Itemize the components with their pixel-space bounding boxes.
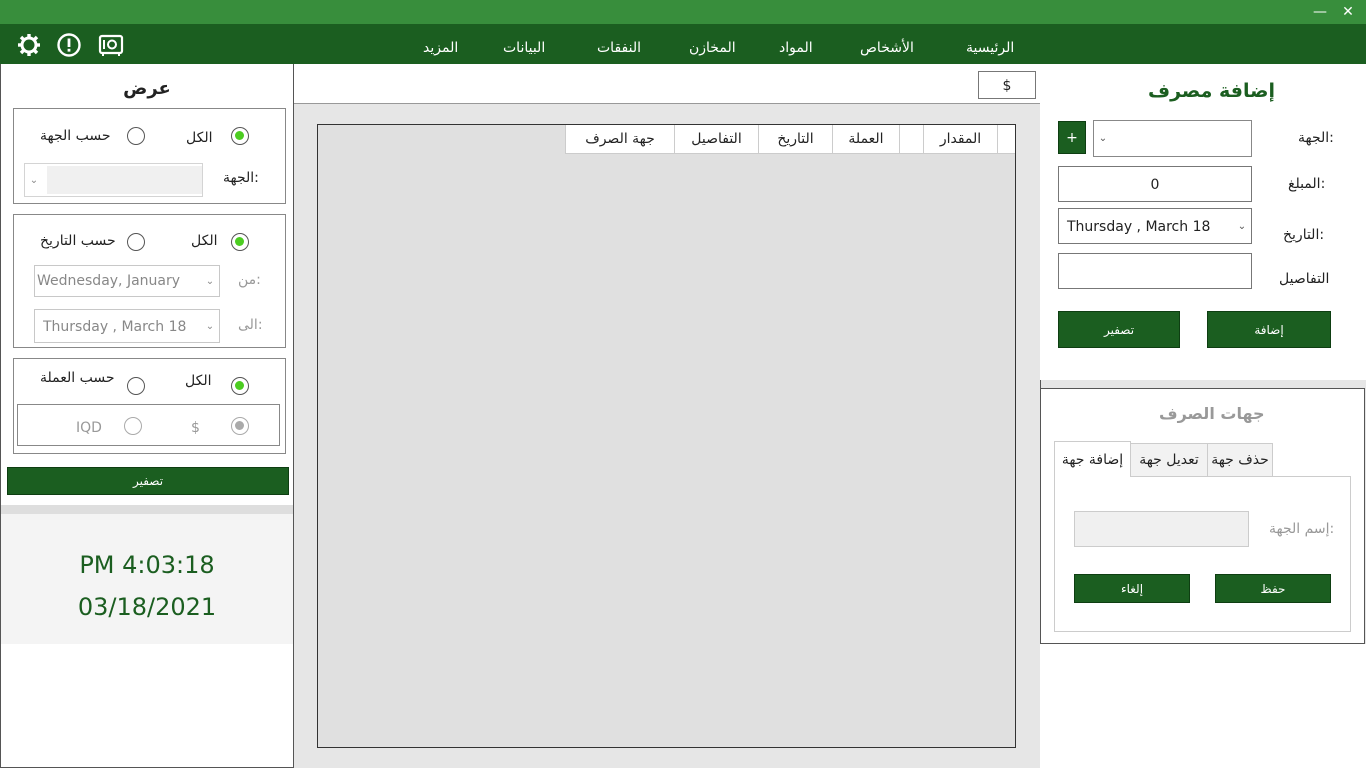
menu-home[interactable]: الرئيسية — [966, 24, 1014, 64]
party-name-input[interactable] — [1074, 511, 1249, 547]
add-expense-button[interactable]: إضافة — [1207, 311, 1331, 348]
currency-iqd-label: IQD — [76, 420, 102, 436]
menu-bar: الرئيسية الأشخاص المواد المخازن النفقات … — [0, 24, 1366, 64]
party-by-label: حسب الجهة — [40, 128, 111, 144]
col-date[interactable]: التاريخ — [758, 125, 832, 154]
date-to-label: الى: — [238, 317, 263, 333]
party-filter-dropdown[interactable]: ⌄ — [24, 163, 203, 197]
chevron-down-icon: ⌄ — [205, 320, 215, 332]
menu-expenses[interactable]: النفقات — [597, 24, 641, 64]
cancel-party-button[interactable]: إلغاء — [1074, 574, 1190, 603]
empty-area — [1040, 644, 1366, 768]
date-value: Thursday , March 18 — [1067, 219, 1211, 235]
save-party-button[interactable]: حفظ — [1215, 574, 1331, 603]
date-all-label: الكل — [191, 233, 218, 249]
tab-edit-party[interactable]: تعديل جهة — [1130, 443, 1208, 477]
currency-by-radio[interactable] — [127, 377, 145, 395]
alert-icon[interactable] — [56, 32, 82, 58]
clock-panel: PM 4:03:18 03/18/2021 — [1, 514, 293, 644]
col-divider — [997, 125, 998, 154]
chevron-down-icon: ⌄ — [205, 275, 215, 287]
clock-date: 03/18/2021 — [77, 593, 217, 621]
currency-by-label: حسب العملة — [40, 370, 115, 386]
party-filter-value — [47, 166, 202, 194]
party-field-label: الجهة: — [223, 170, 259, 186]
currency-all-radio[interactable] — [231, 377, 249, 395]
date-from-label: من: — [238, 272, 261, 288]
party-by-radio[interactable] — [127, 127, 145, 145]
menu-data[interactable]: البيانات — [503, 24, 545, 64]
date-from-value: Wednesday, January — [37, 273, 181, 289]
currency-indicator[interactable]: $ — [978, 71, 1036, 99]
details-label: التفاصيل — [1279, 271, 1330, 287]
currency-usd-radio[interactable] — [231, 417, 249, 435]
party-dropdown[interactable]: ⌄ — [1093, 120, 1252, 157]
tab-delete-party[interactable]: حذف جهة — [1207, 443, 1273, 477]
currency-filter-group: الكل حسب العملة $ IQD — [13, 358, 286, 454]
filter-reset-button[interactable]: تصفير — [7, 467, 289, 495]
date-picker[interactable]: Thursday , March 18 ⌄ — [1058, 208, 1252, 244]
title-bar: — ✕ — [0, 0, 1366, 24]
currency-options-box: $ IQD — [17, 404, 280, 446]
menu-materials[interactable]: المواد — [779, 24, 813, 64]
clock-time: PM 4:03:18 — [79, 551, 215, 579]
amount-input[interactable]: 0 — [1058, 166, 1252, 202]
date-to-value: Thursday , March 18 — [43, 319, 187, 335]
currency-all-label: الكل — [185, 373, 212, 389]
expenses-grid[interactable]: المقدار العملة التاريخ التفاصيل جهة الصر… — [317, 124, 1016, 748]
amount-label: المبلغ: — [1288, 176, 1326, 192]
col-currency[interactable]: العملة — [832, 125, 899, 154]
add-expense-title: إضافة مصرف — [1148, 80, 1275, 102]
party-all-radio[interactable] — [231, 127, 249, 145]
party-filter-group: الكل حسب الجهة الجهة: ⌄ — [13, 108, 286, 204]
destinations-panel: جهات الصرف إضافة جهة تعديل جهة حذف جهة إ… — [1040, 388, 1365, 644]
menu-stores[interactable]: المخازن — [689, 24, 736, 64]
grid-header: المقدار العملة التاريخ التفاصيل جهة الصر… — [565, 125, 1015, 154]
chevron-down-icon: ⌄ — [1098, 133, 1108, 144]
col-details[interactable]: التفاصيل — [674, 125, 758, 154]
date-label: التاريخ: — [1283, 227, 1325, 243]
destinations-title: جهات الصرف — [1159, 404, 1265, 423]
chevron-down-icon: ⌄ — [1237, 220, 1247, 232]
tab-content-add-party: إسم الجهة: حفظ إلغاء — [1054, 476, 1351, 632]
date-to-picker[interactable]: Thursday , March 18 ⌄ — [34, 309, 220, 343]
date-from-picker[interactable]: Wednesday, January ⌄ — [34, 265, 220, 297]
col-divider — [899, 125, 900, 154]
date-filter-group: الكل حسب التاريخ من: Wednesday, January … — [13, 214, 286, 348]
col-party[interactable]: جهة الصرف — [565, 125, 674, 154]
details-input[interactable] — [1058, 253, 1252, 289]
col-amount[interactable]: المقدار — [923, 125, 997, 154]
party-label: الجهة: — [1298, 130, 1334, 146]
date-all-radio[interactable] — [231, 233, 249, 251]
chevron-down-icon: ⌄ — [29, 174, 39, 186]
date-by-radio[interactable] — [127, 233, 145, 251]
party-name-label: إسم الجهة: — [1269, 521, 1335, 537]
add-expense-panel: إضافة مصرف الجهة: + ⌄ المبلغ: 0 التاريخ:… — [1040, 64, 1366, 380]
date-by-label: حسب التاريخ — [40, 233, 116, 249]
currency-usd-label: $ — [191, 420, 200, 436]
divider — [1, 505, 293, 514]
filter-panel: عرض الكل حسب الجهة الجهة: ⌄ الكل حسب الت… — [0, 64, 294, 768]
add-party-button[interactable]: + — [1058, 121, 1086, 154]
menu-more[interactable]: المزيد — [423, 24, 458, 64]
safe-icon[interactable] — [98, 32, 124, 58]
filter-title: عرض — [123, 78, 171, 99]
party-all-label: الكل — [186, 130, 213, 146]
currency-strip: $ — [294, 64, 1040, 104]
reset-expense-button[interactable]: تصفير — [1058, 311, 1180, 348]
tab-add-party[interactable]: إضافة جهة — [1054, 441, 1131, 477]
minimize-button[interactable]: — — [1308, 0, 1332, 24]
gear-icon[interactable] — [16, 32, 42, 58]
menu-persons[interactable]: الأشخاص — [860, 24, 914, 64]
close-button[interactable]: ✕ — [1336, 0, 1360, 24]
currency-iqd-radio[interactable] — [124, 417, 142, 435]
